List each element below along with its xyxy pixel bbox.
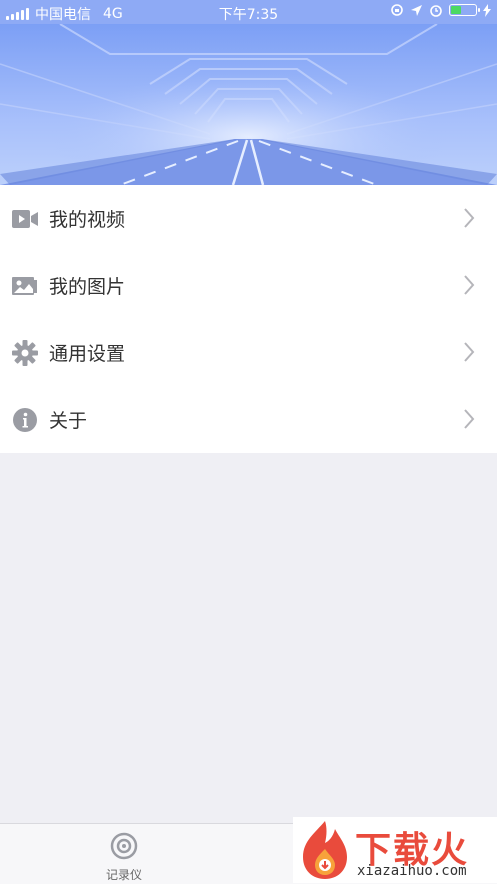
- watermark: 下载火 xiazaihuo.com: [293, 817, 497, 883]
- menu-list: 我的视频 我的图片 通用设置 关于: [0, 185, 497, 453]
- chevron-right-icon: [464, 275, 475, 295]
- battery-icon: [449, 4, 480, 16]
- watermark-url: xiazaihuo.com: [357, 863, 467, 879]
- gear-icon: [12, 339, 38, 366]
- menu-item-about[interactable]: 关于: [0, 386, 497, 453]
- video-camera-icon: [12, 206, 38, 232]
- flame-logo-icon: [303, 821, 347, 879]
- tab-recorder[interactable]: 记录仪: [92, 832, 156, 883]
- photo-icon: [12, 273, 38, 299]
- menu-item-label: 我的图片: [49, 276, 126, 298]
- menu-item-label: 关于: [49, 410, 88, 432]
- menu-item-general-settings[interactable]: 通用设置: [0, 319, 497, 386]
- chevron-right-icon: [464, 409, 475, 429]
- menu-item-my-videos[interactable]: 我的视频: [0, 185, 497, 252]
- dashcam-icon: [110, 832, 138, 860]
- chevron-right-icon: [464, 208, 475, 228]
- menu-item-label: 通用设置: [49, 343, 126, 365]
- charging-icon: [483, 3, 491, 17]
- menu-item-label: 我的视频: [49, 209, 126, 231]
- tab-label: 记录仪: [105, 868, 142, 882]
- location-icon: [411, 4, 422, 16]
- chevron-right-icon: [464, 342, 475, 362]
- info-icon: [12, 407, 38, 433]
- menu-item-my-photos[interactable]: 我的图片: [0, 252, 497, 319]
- alarm-icon: [430, 5, 442, 17]
- rotation-lock-icon: [391, 4, 403, 16]
- header-banner: [0, 24, 497, 185]
- tunnel-road-illustration: [0, 24, 497, 185]
- status-bar: 中国电信 4G 下午7:35: [0, 0, 497, 24]
